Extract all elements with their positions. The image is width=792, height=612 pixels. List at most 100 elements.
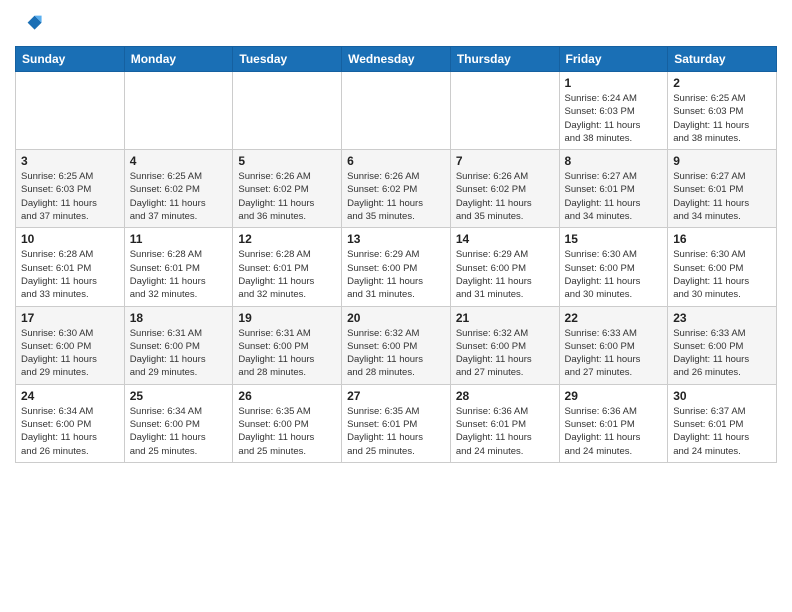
calendar-cell: 24Sunrise: 6:34 AM Sunset: 6:00 PM Dayli… bbox=[16, 384, 125, 462]
day-number: 4 bbox=[130, 154, 228, 168]
day-info: Sunrise: 6:30 AM Sunset: 6:00 PM Dayligh… bbox=[565, 248, 663, 301]
calendar-cell: 21 Sunrise: 6:32 AM Sunset: 6:00 PM Dayli… bbox=[450, 306, 559, 384]
logo-icon bbox=[15, 10, 43, 38]
day-number: 8 bbox=[565, 154, 663, 168]
calendar-cell: 19Sunrise: 6:31 AM Sunset: 6:00 PM Dayli… bbox=[233, 306, 342, 384]
day-info: Sunrise: 6:32 AM Sunset: 6:00 PM Dayligh… bbox=[456, 327, 554, 380]
day-number: 15 bbox=[565, 232, 663, 246]
day-info: Sunrise: 6:25 AM Sunset: 6:03 PM Dayligh… bbox=[673, 92, 771, 145]
calendar-cell: 14 Sunrise: 6:29 AM Sunset: 6:00 PM Dayli… bbox=[450, 228, 559, 306]
day-number: 1 bbox=[565, 76, 663, 90]
day-number: 16 bbox=[673, 232, 771, 246]
weekday-header-saturday: Saturday bbox=[668, 47, 777, 72]
day-number: 24 bbox=[21, 389, 119, 403]
day-info: Sunrise: 6:28 AM Sunset: 6:01 PM Dayligh… bbox=[130, 248, 228, 301]
day-number: 29 bbox=[565, 389, 663, 403]
day-number: 6 bbox=[347, 154, 445, 168]
day-info: Sunrise: 6:35 AM Sunset: 6:01 PM Dayligh… bbox=[347, 405, 445, 458]
day-number: 3 bbox=[21, 154, 119, 168]
weekday-header-friday: Friday bbox=[559, 47, 668, 72]
calendar-cell: 12Sunrise: 6:28 AM Sunset: 6:01 PM Dayli… bbox=[233, 228, 342, 306]
day-number: 21 bbox=[456, 311, 554, 325]
day-info: Sunrise: 6:29 AM Sunset: 6:00 PM Dayligh… bbox=[347, 248, 445, 301]
day-info: Sunrise: 6:26 AM Sunset: 6:02 PM Dayligh… bbox=[456, 170, 554, 223]
calendar-cell: 4 Sunrise: 6:25 AM Sunset: 6:02 PM Daylig… bbox=[124, 150, 233, 228]
calendar-cell: 20 Sunrise: 6:32 AM Sunset: 6:00 PM Dayli… bbox=[342, 306, 451, 384]
weekday-header-sunday: Sunday bbox=[16, 47, 125, 72]
calendar-week-2: 3 Sunrise: 6:25 AM Sunset: 6:03 PM Daylig… bbox=[16, 150, 777, 228]
day-number: 11 bbox=[130, 232, 228, 246]
page: SundayMondayTuesdayWednesdayThursdayFrid… bbox=[0, 0, 792, 612]
day-info: Sunrise: 6:33 AM Sunset: 6:00 PM Dayligh… bbox=[565, 327, 663, 380]
calendar-cell: 5Sunrise: 6:26 AM Sunset: 6:02 PM Daylig… bbox=[233, 150, 342, 228]
calendar-cell: 8 Sunrise: 6:27 AM Sunset: 6:01 PM Daylig… bbox=[559, 150, 668, 228]
calendar-cell: 1 Sunrise: 6:24 AM Sunset: 6:03 PM Daylig… bbox=[559, 72, 668, 150]
weekday-header-tuesday: Tuesday bbox=[233, 47, 342, 72]
day-info: Sunrise: 6:31 AM Sunset: 6:00 PM Dayligh… bbox=[130, 327, 228, 380]
calendar-body: 1 Sunrise: 6:24 AM Sunset: 6:03 PM Daylig… bbox=[16, 72, 777, 463]
day-number: 14 bbox=[456, 232, 554, 246]
day-number: 18 bbox=[130, 311, 228, 325]
calendar-cell: 2 Sunrise: 6:25 AM Sunset: 6:03 PM Daylig… bbox=[668, 72, 777, 150]
calendar-cell bbox=[342, 72, 451, 150]
day-info: Sunrise: 6:25 AM Sunset: 6:03 PM Dayligh… bbox=[21, 170, 119, 223]
calendar-cell: 23 Sunrise: 6:33 AM Sunset: 6:00 PM Dayli… bbox=[668, 306, 777, 384]
calendar-week-1: 1 Sunrise: 6:24 AM Sunset: 6:03 PM Daylig… bbox=[16, 72, 777, 150]
header bbox=[15, 10, 777, 38]
day-info: Sunrise: 6:28 AM Sunset: 6:01 PM Dayligh… bbox=[238, 248, 336, 301]
calendar-cell: 10Sunrise: 6:28 AM Sunset: 6:01 PM Dayli… bbox=[16, 228, 125, 306]
day-info: Sunrise: 6:33 AM Sunset: 6:00 PM Dayligh… bbox=[673, 327, 771, 380]
day-number: 26 bbox=[238, 389, 336, 403]
calendar-week-3: 10Sunrise: 6:28 AM Sunset: 6:01 PM Dayli… bbox=[16, 228, 777, 306]
calendar-cell: 16 Sunrise: 6:30 AM Sunset: 6:00 PM Dayli… bbox=[668, 228, 777, 306]
calendar-cell: 30Sunrise: 6:37 AM Sunset: 6:01 PM Dayli… bbox=[668, 384, 777, 462]
calendar-cell: 22 Sunrise: 6:33 AM Sunset: 6:00 PM Dayli… bbox=[559, 306, 668, 384]
calendar-header: SundayMondayTuesdayWednesdayThursdayFrid… bbox=[16, 47, 777, 72]
day-info: Sunrise: 6:24 AM Sunset: 6:03 PM Dayligh… bbox=[565, 92, 663, 145]
weekday-row: SundayMondayTuesdayWednesdayThursdayFrid… bbox=[16, 47, 777, 72]
day-number: 28 bbox=[456, 389, 554, 403]
day-info: Sunrise: 6:35 AM Sunset: 6:00 PM Dayligh… bbox=[238, 405, 336, 458]
day-number: 25 bbox=[130, 389, 228, 403]
calendar-cell: 28 Sunrise: 6:36 AM Sunset: 6:01 PM Dayli… bbox=[450, 384, 559, 462]
day-info: Sunrise: 6:30 AM Sunset: 6:00 PM Dayligh… bbox=[673, 248, 771, 301]
calendar-week-5: 24 Sunrise: 6:34 AM Sunset: 6:00 PM Dayli… bbox=[16, 384, 777, 462]
calendar-cell: 6Sunrise: 6:26 AM Sunset: 6:02 PM Daylig… bbox=[342, 150, 451, 228]
day-number: 27 bbox=[347, 389, 445, 403]
calendar-cell bbox=[16, 72, 125, 150]
day-info: Sunrise: 6:29 AM Sunset: 6:00 PM Dayligh… bbox=[456, 248, 554, 301]
day-info: Sunrise: 6:36 AM Sunset: 6:01 PM Dayligh… bbox=[456, 405, 554, 458]
day-number: 9 bbox=[673, 154, 771, 168]
calendar-cell: 15 Sunrise: 6:30 AM Sunset: 6:00 PM Dayli… bbox=[559, 228, 668, 306]
calendar-cell bbox=[450, 72, 559, 150]
day-number: 22 bbox=[565, 311, 663, 325]
day-number: 2 bbox=[673, 76, 771, 90]
logo bbox=[15, 10, 47, 38]
day-info: Sunrise: 6:30 AM Sunset: 6:00 PM Dayligh… bbox=[21, 327, 119, 380]
day-info: Sunrise: 6:26 AM Sunset: 6:02 PM Dayligh… bbox=[238, 170, 336, 223]
day-number: 30 bbox=[673, 389, 771, 403]
day-number: 17 bbox=[21, 311, 119, 325]
calendar-cell: 25 Sunrise: 6:34 AM Sunset: 6:00 PM Dayli… bbox=[124, 384, 233, 462]
day-info: Sunrise: 6:27 AM Sunset: 6:01 PM Dayligh… bbox=[565, 170, 663, 223]
calendar-cell: 13Sunrise: 6:29 AM Sunset: 6:00 PM Dayli… bbox=[342, 228, 451, 306]
day-info: Sunrise: 6:25 AM Sunset: 6:02 PM Dayligh… bbox=[130, 170, 228, 223]
calendar-cell: 26 Sunrise: 6:35 AM Sunset: 6:00 PM Dayli… bbox=[233, 384, 342, 462]
day-number: 7 bbox=[456, 154, 554, 168]
calendar-cell: 3 Sunrise: 6:25 AM Sunset: 6:03 PM Daylig… bbox=[16, 150, 125, 228]
calendar-cell: 9Sunrise: 6:27 AM Sunset: 6:01 PM Daylig… bbox=[668, 150, 777, 228]
calendar: SundayMondayTuesdayWednesdayThursdayFrid… bbox=[15, 46, 777, 463]
day-info: Sunrise: 6:36 AM Sunset: 6:01 PM Dayligh… bbox=[565, 405, 663, 458]
calendar-cell: 7 Sunrise: 6:26 AM Sunset: 6:02 PM Daylig… bbox=[450, 150, 559, 228]
day-info: Sunrise: 6:31 AM Sunset: 6:00 PM Dayligh… bbox=[238, 327, 336, 380]
day-number: 20 bbox=[347, 311, 445, 325]
weekday-header-wednesday: Wednesday bbox=[342, 47, 451, 72]
weekday-header-monday: Monday bbox=[124, 47, 233, 72]
calendar-cell: 29 Sunrise: 6:36 AM Sunset: 6:01 PM Dayli… bbox=[559, 384, 668, 462]
day-info: Sunrise: 6:34 AM Sunset: 6:00 PM Dayligh… bbox=[130, 405, 228, 458]
calendar-week-4: 17 Sunrise: 6:30 AM Sunset: 6:00 PM Dayli… bbox=[16, 306, 777, 384]
calendar-cell: 17 Sunrise: 6:30 AM Sunset: 6:00 PM Dayli… bbox=[16, 306, 125, 384]
day-number: 23 bbox=[673, 311, 771, 325]
day-info: Sunrise: 6:32 AM Sunset: 6:00 PM Dayligh… bbox=[347, 327, 445, 380]
calendar-cell: 27 Sunrise: 6:35 AM Sunset: 6:01 PM Dayli… bbox=[342, 384, 451, 462]
